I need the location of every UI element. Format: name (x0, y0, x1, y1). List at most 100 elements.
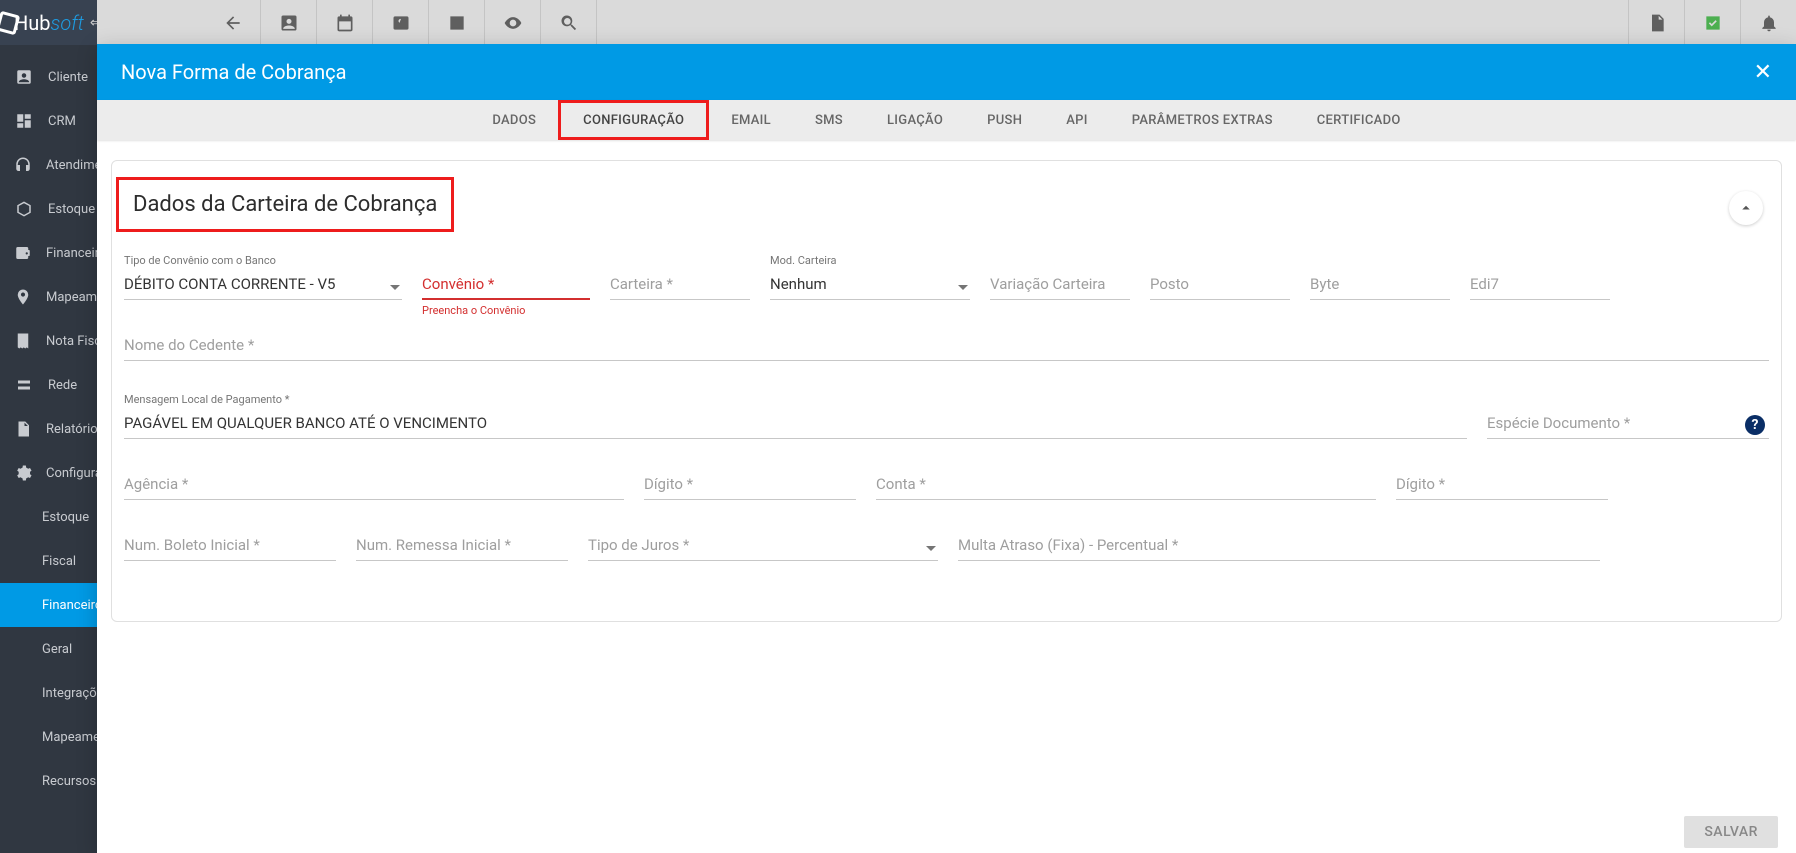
field-tipo-convenio[interactable]: Tipo de Convênio com o Banco DÉBITO CONT… (124, 254, 402, 300)
close-icon[interactable]: ✕ (1754, 60, 1772, 85)
sidebar-collapse-icon[interactable]: ⇐ (90, 15, 97, 31)
image-button[interactable] (429, 0, 485, 45)
tab-sms[interactable]: SMS (793, 100, 865, 140)
nav-sub-fiscal[interactable]: Fiscal (0, 539, 97, 583)
calendar-button[interactable] (317, 0, 373, 45)
money-button[interactable] (373, 0, 429, 45)
digito2-input[interactable] (1396, 471, 1608, 500)
edi7-input[interactable] (1470, 271, 1610, 300)
tab-certificado[interactable]: CERTIFICADO (1295, 100, 1423, 140)
collapse-panel-button[interactable] (1729, 191, 1763, 225)
tab-push[interactable]: PUSH (965, 100, 1044, 140)
field-posto[interactable]: Posto (1150, 254, 1290, 300)
field-convenio[interactable]: Convênio * Preencha o Convênio (422, 254, 590, 300)
field-agencia[interactable]: Agência * (124, 471, 624, 500)
nav-cliente[interactable]: Cliente (0, 55, 97, 99)
field-multa[interactable]: Multa Atraso (Fixa) - Percentual * (958, 532, 1600, 561)
convenio-input[interactable] (422, 270, 590, 300)
select-value: Nenhum (770, 271, 970, 300)
back-button[interactable] (205, 0, 261, 45)
nav-mapeamento[interactable]: Mapeamento (0, 275, 97, 319)
agencia-input[interactable] (124, 471, 624, 500)
form-row-3: Mensagem Local de Pagamento * Espécie Do… (120, 393, 1773, 471)
nav-sub-geral[interactable]: Geral (0, 627, 97, 671)
content: Dados da Carteira de Cobrança Tipo de Co… (97, 140, 1796, 809)
brand-soft: soft (51, 11, 84, 35)
nav-atendimento[interactable]: Atendimento (0, 143, 97, 187)
field-digito2[interactable]: Dígito * (1396, 471, 1608, 500)
form-row-1: Tipo de Convênio com o Banco DÉBITO CONT… (120, 254, 1773, 332)
field-edi7[interactable]: Edi7 (1470, 254, 1610, 300)
field-carteira[interactable]: Carteira * (610, 254, 750, 300)
multa-input[interactable] (958, 532, 1600, 561)
conta-input[interactable] (876, 471, 1376, 500)
pdf-button[interactable] (1628, 0, 1684, 45)
search-button[interactable] (541, 0, 597, 45)
field-digito1[interactable]: Dígito * (644, 471, 856, 500)
nav-label: Recursos Humanos (42, 774, 97, 789)
topbar (205, 0, 1796, 45)
field-label: Mensagem Local de Pagamento * (124, 393, 1467, 406)
msg-local-input[interactable] (124, 410, 1467, 439)
section-highlight: Dados da Carteira de Cobrança (116, 177, 454, 232)
tab-configuracao[interactable]: CONFIGURAÇÃO (558, 100, 709, 140)
num-remessa-input[interactable] (356, 532, 568, 561)
nav-sub-estoque[interactable]: Estoque (0, 495, 97, 539)
field-byte[interactable]: Byte (1310, 254, 1450, 300)
tab-email[interactable]: EMAIL (709, 100, 793, 140)
form-row-4: Agência * Dígito * Conta * Dígito * (120, 471, 1773, 532)
nav: Cliente CRM Atendimento Estoque Financei… (0, 45, 97, 803)
nav-notafiscal[interactable]: Nota Fiscal (0, 319, 97, 363)
especie-input[interactable] (1487, 410, 1769, 439)
carteira-input[interactable] (610, 271, 750, 300)
variacao-input[interactable] (990, 271, 1130, 300)
save-button[interactable]: SALVAR (1684, 816, 1778, 848)
nav-financeiro[interactable]: Financeiro (0, 231, 97, 275)
help-icon[interactable]: ? (1745, 415, 1765, 435)
dialog: Nova Forma de Cobrança ✕ DADOS CONFIGURA… (97, 44, 1796, 853)
field-especie[interactable]: Espécie Documento * ? (1487, 393, 1769, 439)
check-button[interactable] (1684, 0, 1740, 45)
field-variacao[interactable]: Variação Carteira (990, 254, 1130, 300)
nome-cedente-input[interactable] (124, 332, 1769, 361)
nav-sub-rh[interactable]: Recursos Humanos (0, 759, 97, 803)
field-tipo-juros[interactable]: Tipo de Juros * (588, 532, 938, 561)
topbar-right (1628, 0, 1796, 45)
nav-label: CRM (48, 114, 76, 129)
nav-sub-integracoes[interactable]: Integrações (0, 671, 97, 715)
nav-label: Financeiro (42, 598, 97, 613)
nav-label: Rede (48, 378, 77, 393)
tab-parametros[interactable]: PARÂMETROS EXTRAS (1110, 100, 1295, 140)
nav-label: Integrações (42, 686, 97, 701)
dialog-header: Nova Forma de Cobrança ✕ (97, 44, 1796, 100)
tab-dados[interactable]: DADOS (470, 100, 558, 140)
tab-api[interactable]: API (1044, 100, 1110, 140)
field-conta[interactable]: Conta * (876, 471, 1376, 500)
account-button[interactable] (261, 0, 317, 45)
nav-sub-mapeamento[interactable]: Mapeamento (0, 715, 97, 759)
nav-config[interactable]: Configurações (0, 451, 97, 495)
visibility-button[interactable] (485, 0, 541, 45)
nav-rede[interactable]: Rede (0, 363, 97, 407)
account-box-icon (14, 68, 34, 86)
nav-crm[interactable]: CRM (0, 99, 97, 143)
pin-icon (14, 288, 32, 306)
num-boleto-input[interactable] (124, 532, 336, 561)
tab-ligacao[interactable]: LIGAÇÃO (865, 100, 965, 140)
bell-button[interactable] (1740, 0, 1796, 45)
nav-label: Mapeamento (42, 730, 97, 745)
nav-estoque[interactable]: Estoque (0, 187, 97, 231)
field-num-boleto[interactable]: Num. Boleto Inicial * (124, 532, 336, 561)
digito1-input[interactable] (644, 471, 856, 500)
byte-input[interactable] (1310, 271, 1450, 300)
field-num-remessa[interactable]: Num. Remessa Inicial * (356, 532, 568, 561)
dashboard-icon (14, 112, 34, 130)
field-msg-local[interactable]: Mensagem Local de Pagamento * (124, 393, 1467, 439)
nav-sub-financeiro[interactable]: Financeiro (0, 583, 97, 627)
nav-relatorios[interactable]: Relatórios (0, 407, 97, 451)
field-mod-carteira[interactable]: Mod. Carteira Nenhum (770, 254, 970, 300)
posto-input[interactable] (1150, 271, 1290, 300)
field-nome-cedente[interactable]: Nome do Cedente * (124, 332, 1769, 361)
tipo-juros-input[interactable] (588, 532, 938, 561)
wallet-icon (14, 244, 32, 262)
